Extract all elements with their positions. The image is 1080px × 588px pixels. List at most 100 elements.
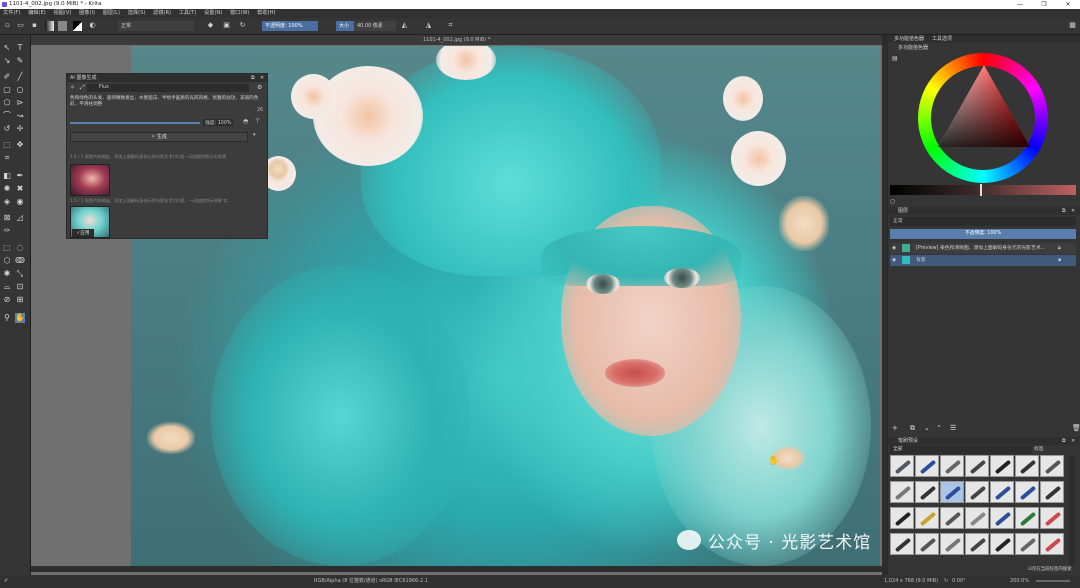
rectangle-tool-icon[interactable]: ▢ (2, 85, 12, 95)
brush-preset[interactable] (990, 507, 1014, 529)
close-panel-icon[interactable]: ✕ (1071, 207, 1075, 215)
brush-preset[interactable] (1040, 507, 1064, 529)
line-tool-icon[interactable]: ╱ (15, 72, 25, 82)
size-slider[interactable]: 40.00 像素 (354, 21, 396, 31)
layer-lock-icon[interactable]: ▪ (1058, 255, 1061, 266)
tab-tool-options[interactable]: 工具选项 (932, 35, 952, 43)
generate-button[interactable]: ✧ 生成 (70, 132, 248, 142)
value-slider-handle[interactable] (980, 184, 982, 196)
calligraphy-icon[interactable]: ✎ (15, 56, 25, 66)
magic-wand-icon[interactable]: ✧ (70, 84, 75, 91)
dynamic-brush-icon[interactable]: ↺ (2, 124, 12, 134)
brush-preset[interactable] (915, 481, 939, 503)
menu-window[interactable]: 窗口(W) (230, 9, 250, 18)
color-triangle[interactable] (936, 63, 1032, 151)
generate-options-icon[interactable]: ▾ (253, 132, 256, 138)
polyline-tool-icon[interactable]: ⊳ (15, 98, 25, 108)
zoom-slider[interactable] (1036, 580, 1070, 582)
new-document-icon[interactable]: ▫ (3, 21, 12, 30)
eraser-icon[interactable]: ◆ (206, 21, 215, 30)
brush-preset-selected[interactable] (940, 481, 964, 503)
value-slider[interactable] (890, 185, 1076, 195)
layer-properties-icon[interactable]: ☰ (950, 423, 956, 433)
expand-icon[interactable]: ⤢ (80, 84, 85, 92)
pattern-swatch[interactable] (58, 21, 67, 31)
zoom-value[interactable]: 200.0% (1010, 575, 1029, 588)
menu-edit[interactable]: 编辑(E) (28, 9, 46, 18)
rect-select-icon[interactable]: ⬚ (2, 243, 12, 253)
brush-preset[interactable] (1015, 455, 1039, 477)
brush-preset[interactable] (1040, 455, 1064, 477)
move-up-icon[interactable]: ⌃ (936, 423, 942, 433)
strength-slider-track[interactable] (70, 122, 200, 124)
brush-icon[interactable]: ✐ (4, 575, 8, 588)
menu-file[interactable]: 文件(F) (3, 9, 20, 18)
close-button[interactable]: ✕ (1056, 0, 1080, 9)
brush-preset[interactable] (990, 481, 1014, 503)
color-picker-icon[interactable]: ✒ (15, 171, 25, 181)
multibrush-icon[interactable]: ✢ (15, 124, 25, 134)
layer-opacity-slider[interactable]: 不透明度: 100% (890, 229, 1076, 239)
text-tool-icon[interactable]: T (15, 43, 25, 53)
pixel-select-icon[interactable]: ⊞ (15, 295, 25, 305)
close-panel-icon[interactable]: ✕ (1071, 437, 1075, 445)
brush-preset[interactable] (890, 455, 914, 477)
float-icon[interactable]: ⧉ (1062, 207, 1066, 215)
preserve-alpha-icon[interactable]: ▣ (222, 21, 231, 30)
duplicate-layer-icon[interactable]: ⧉ (910, 423, 915, 433)
brush-tag-label[interactable]: 标签 (1034, 446, 1074, 454)
transform-tool-icon[interactable]: ⬚ (2, 140, 12, 150)
layer-row[interactable]: ◉ [Preview] 染色和清晰图、添加上面解码身份元的光影艺术... 🔒︎ (890, 243, 1076, 254)
queue-icon[interactable]: ◓ (243, 118, 248, 125)
color-settings-icon[interactable]: ▤ (892, 55, 898, 62)
brush-search-option[interactable]: ☑仅在当前标签内搜索 (1028, 566, 1080, 574)
similar-select-icon[interactable]: ⤡ (15, 269, 25, 279)
workspace-icon[interactable]: ▦ (1068, 21, 1077, 30)
menu-layer[interactable]: 图层(L) (103, 9, 120, 18)
visibility-eye-icon[interactable]: ◉ (892, 255, 896, 266)
brush-preset-icon[interactable]: ◐ (88, 21, 97, 30)
enclose-fill-icon[interactable]: ◉ (15, 197, 25, 207)
crop-icon[interactable]: ⌗ (446, 21, 455, 30)
tab-advanced-color-selector[interactable]: 多功能拾色器 (894, 35, 924, 43)
brush-preset[interactable] (990, 533, 1014, 555)
bezier-select-icon[interactable]: ⌓ (2, 282, 12, 292)
reload-preset-icon[interactable]: ↻ (238, 21, 247, 30)
contiguous-select-icon[interactable]: ✱ (2, 269, 12, 279)
fg-bg-color-swatch[interactable] (73, 21, 82, 31)
polygon-select-icon[interactable]: ⬡ (2, 256, 12, 266)
add-layer-icon[interactable]: + (892, 423, 898, 433)
brush-preset[interactable] (890, 507, 914, 529)
rotation-value[interactable]: 0.00° (952, 575, 966, 588)
assistant-tool-icon[interactable]: ⊠ (2, 213, 12, 223)
brush-preset[interactable] (940, 507, 964, 529)
brush-preset[interactable] (1015, 507, 1039, 529)
menu-filter[interactable]: 滤镜(R) (153, 9, 171, 18)
freehand-select-icon[interactable]: ↂ (15, 256, 25, 266)
zoom-tool-icon[interactable]: ⚲ (2, 313, 12, 323)
brush-preset[interactable] (890, 481, 914, 503)
ellipse-select-icon[interactable]: ◌ (15, 243, 25, 253)
horizontal-scrollbar[interactable] (31, 566, 882, 572)
brush-preset[interactable] (1040, 533, 1064, 555)
lasso-select-icon[interactable]: ⊘ (2, 295, 12, 305)
model-select[interactable]: Flux (87, 84, 249, 92)
visibility-eye-icon[interactable]: ◉ (892, 243, 896, 254)
strength-value[interactable]: 强度: 100% (203, 119, 234, 126)
brush-preset[interactable] (915, 455, 939, 477)
layer-lock-icon[interactable]: 🔒︎ (1058, 243, 1061, 254)
brush-preset[interactable] (965, 533, 989, 555)
magnetic-select-icon[interactable]: ⊡ (15, 282, 25, 292)
brush-preset[interactable] (940, 533, 964, 555)
menu-select[interactable]: 选择(S) (128, 9, 146, 18)
freehand-brush-icon[interactable]: ✐ (2, 72, 12, 82)
brush-preset[interactable] (1015, 533, 1039, 555)
menu-tools[interactable]: 工具(T) (179, 9, 197, 18)
mirror-horizontal-icon[interactable]: ◭ (400, 21, 409, 30)
opacity-slider[interactable]: 不透明度: 100% (262, 21, 318, 31)
brush-preset[interactable] (1040, 481, 1064, 503)
brush-tag-filter[interactable]: 全部 (890, 446, 1032, 454)
reference-tool-icon[interactable]: ✑ (2, 226, 12, 236)
float-icon[interactable]: ⧉ (251, 74, 255, 82)
gradient-tool-icon[interactable]: ◧ (2, 171, 12, 181)
